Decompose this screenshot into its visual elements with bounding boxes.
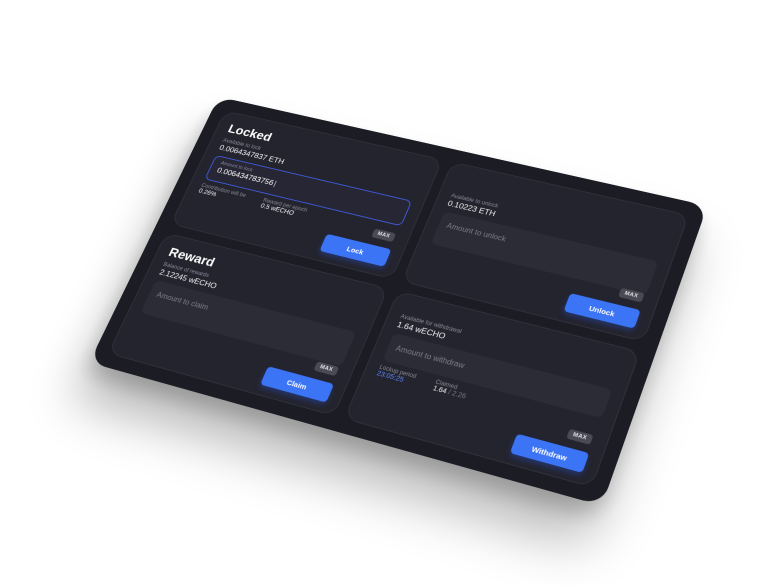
lockup-period-stat: Lockup period 23:05:25 (374, 365, 417, 390)
app-panel: Locked Available to lock 0.0064347837 ET… (89, 96, 708, 506)
stage: Locked Available to lock 0.0064347837 ET… (0, 0, 782, 585)
claimed-stat: Claimed 1.64 / 2.26 (430, 380, 469, 405)
